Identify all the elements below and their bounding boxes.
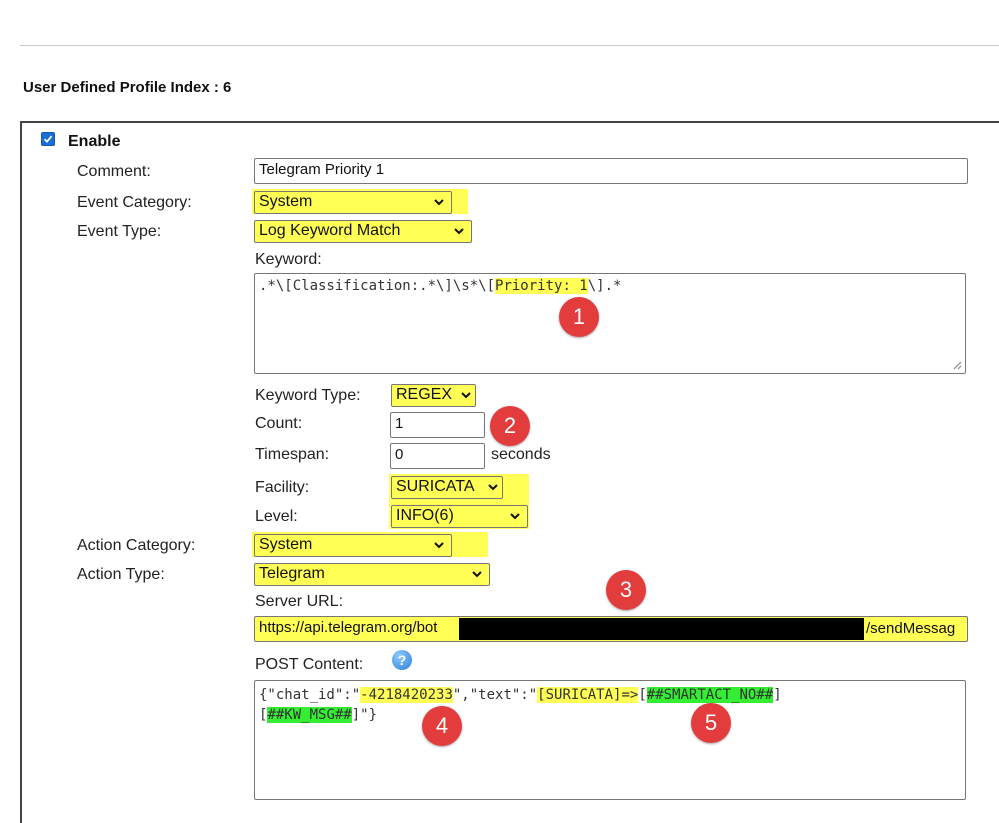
post-part2: ","text":" [452, 687, 538, 703]
annotation-badge-1: 1 [559, 297, 599, 337]
keyword-prefix: .*\[Classification:.*\]\s*\[ [259, 278, 496, 294]
keyword-type-value: REGEX [396, 386, 453, 403]
action-type-value: Telegram [259, 565, 325, 582]
keyword-textarea[interactable]: .*\[Classification:.*\]\s*\[Priority: 1\… [254, 273, 966, 374]
checkmark-icon [43, 135, 53, 143]
timespan-unit: seconds [491, 446, 551, 463]
enable-label: Enable [68, 133, 121, 150]
profile-index-title: User Defined Profile Index : 6 [23, 79, 232, 96]
server-url-end: /sendMessag [866, 620, 956, 637]
timespan-label: Timespan: [255, 446, 330, 463]
event-category-label: Event Category: [77, 194, 192, 211]
action-type-label: Action Type: [77, 566, 165, 583]
comment-input[interactable]: Telegram Priority 1 [254, 158, 968, 184]
chevron-down-icon [472, 571, 482, 578]
chevron-down-icon [510, 513, 520, 520]
annotation-badge-3: 3 [606, 570, 646, 610]
facility-label: Facility: [255, 479, 310, 496]
top-divider [20, 45, 999, 46]
facility-select[interactable]: SURICATA [391, 476, 503, 499]
chevron-down-icon [434, 542, 444, 549]
keyword-priority-highlight: Priority: 1 [495, 278, 588, 294]
post-line2-close: ]"} [351, 707, 378, 723]
event-type-value: Log Keyword Match [259, 222, 401, 239]
chevron-down-icon [454, 228, 464, 235]
redacted-token [459, 618, 864, 640]
chevron-down-icon [434, 199, 444, 206]
action-category-value: System [259, 536, 313, 553]
event-type-select[interactable]: Log Keyword Match [254, 220, 472, 243]
annotation-badge-2: 2 [490, 406, 530, 446]
keyword-type-label: Keyword Type: [255, 387, 361, 404]
post-line-1: {"chat_id":"-4218420233","text":"[SURICA… [259, 685, 961, 705]
post-bracket-open: [ [638, 687, 647, 703]
chevron-down-icon [488, 484, 498, 491]
count-label: Count: [255, 415, 303, 432]
enable-checkbox[interactable] [41, 132, 55, 146]
level-select[interactable]: INFO(6) [391, 505, 528, 528]
post-part1: {"chat_id":" [259, 687, 361, 703]
action-type-select[interactable]: Telegram [254, 563, 490, 586]
keyword-label: Keyword: [255, 251, 322, 268]
event-type-label: Event Type: [77, 223, 162, 240]
server-url-label: Server URL: [255, 593, 344, 610]
post-bracket-close: ] [773, 687, 782, 703]
server-url-start: https://api.telegram.org/bot [259, 619, 438, 636]
level-value: INFO(6) [396, 507, 454, 524]
post-content-textarea[interactable]: {"chat_id":"-4218420233","text":"[SURICA… [254, 680, 966, 800]
event-category-select[interactable]: System [254, 191, 452, 214]
post-kw-msg-var: ##KW_MSG## [267, 707, 352, 723]
post-suricata-tag: [SURICATA]=> [537, 687, 639, 703]
post-line-2: [##KW_MSG##]"} [259, 705, 961, 725]
event-category-value: System [259, 193, 313, 210]
timespan-input[interactable]: 0 [390, 443, 485, 469]
post-content-label: POST Content: [255, 656, 364, 673]
comment-label: Comment: [77, 163, 151, 180]
help-icon[interactable]: ? [392, 650, 412, 670]
level-label: Level: [255, 508, 298, 525]
action-category-label: Action Category: [77, 537, 196, 554]
count-input[interactable]: 1 [390, 412, 485, 438]
chevron-down-icon [461, 392, 471, 399]
post-chat-id: -4218420233 [360, 687, 453, 703]
keyword-type-select[interactable]: REGEX [391, 384, 476, 407]
resize-grip-icon[interactable] [952, 360, 962, 370]
facility-value: SURICATA [396, 478, 475, 495]
annotation-badge-5: 5 [691, 703, 731, 743]
post-smartact-var: ##SMARTACT_NO## [646, 687, 774, 703]
action-category-select[interactable]: System [254, 534, 452, 557]
keyword-suffix: \].* [587, 278, 622, 294]
annotation-badge-4: 4 [422, 706, 462, 746]
